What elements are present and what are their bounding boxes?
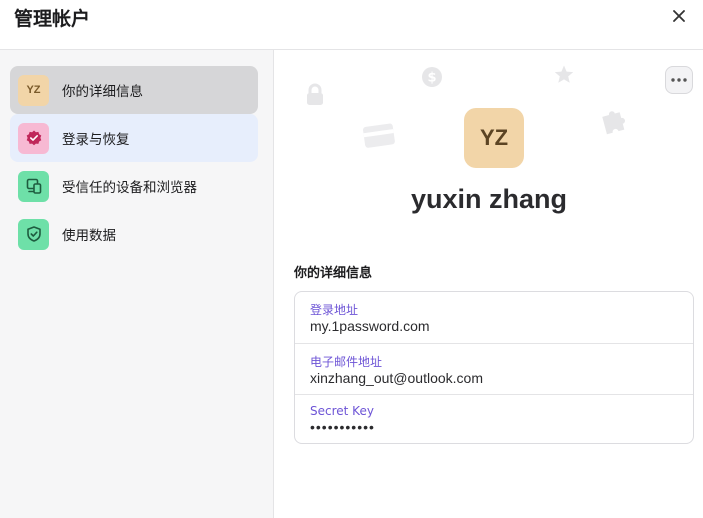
email-field[interactable]: 电子邮件地址 xinzhang_out@outlook.com [295, 343, 693, 394]
field-value: my.1password.com [310, 318, 430, 334]
sidebar-item-label: 登录与恢复 [62, 132, 130, 148]
field-label: 登录地址 [310, 303, 359, 317]
sidebar-item-your-details[interactable]: YZ 你的详细信息 [10, 66, 258, 114]
field-label: 电子邮件地址 [310, 355, 383, 369]
shield-icon [18, 218, 49, 250]
puzzle-icon [602, 111, 625, 135]
svg-text:$: $ [427, 71, 436, 86]
dialog-title: 管理帐户 [14, 8, 91, 30]
field-label: Secret Key [310, 404, 374, 418]
sign-in-address-field[interactable]: 登录地址 my.1password.com [295, 292, 693, 343]
ellipsis-icon [671, 78, 687, 82]
lock-icon [307, 83, 323, 105]
avatar: YZ [18, 74, 49, 106]
close-icon [673, 10, 685, 22]
profile-avatar: YZ [464, 108, 524, 168]
close-button[interactable] [669, 6, 689, 26]
sidebar: YZ 你的详细信息 登录与恢复 受信任的设备和浏览器 使用数据 [0, 50, 274, 518]
field-value: ••••••••••• [310, 419, 375, 435]
user-name: yuxin zhang [410, 184, 567, 214]
main-content: $ YZ yuxin zhang 你的详细信息 登录地址 my.1passwor… [275, 50, 703, 518]
field-value: xinzhang_out@outlook.com [310, 370, 483, 386]
devices-icon [18, 170, 49, 202]
sidebar-item-sign-in-recovery[interactable]: 登录与恢复 [10, 114, 258, 162]
more-options-button[interactable] [665, 66, 693, 94]
dialog-header: 管理帐户 [0, 0, 703, 50]
star-icon [554, 65, 574, 83]
manage-account-dialog: 管理帐户 YZ 你的详细信息 登录与恢复 受信任的设备和浏览器 使用数据 $ Y… [0, 0, 703, 518]
details-card: 登录地址 my.1password.com 电子邮件地址 xinzhang_ou… [294, 291, 694, 444]
coin-icon: $ [422, 67, 442, 87]
sidebar-item-label: 你的详细信息 [62, 84, 143, 100]
sidebar-item-usage-data[interactable]: 使用数据 [10, 210, 258, 258]
sidebar-item-label: 使用数据 [62, 228, 116, 244]
details-section-title: 你的详细信息 [294, 266, 373, 281]
secret-key-field[interactable]: Secret Key ••••••••••• [295, 394, 693, 445]
sidebar-item-label: 受信任的设备和浏览器 [62, 180, 197, 196]
sidebar-item-trusted-devices[interactable]: 受信任的设备和浏览器 [10, 162, 258, 210]
shield-check-icon [18, 122, 49, 154]
credit-card-icon [363, 123, 395, 148]
